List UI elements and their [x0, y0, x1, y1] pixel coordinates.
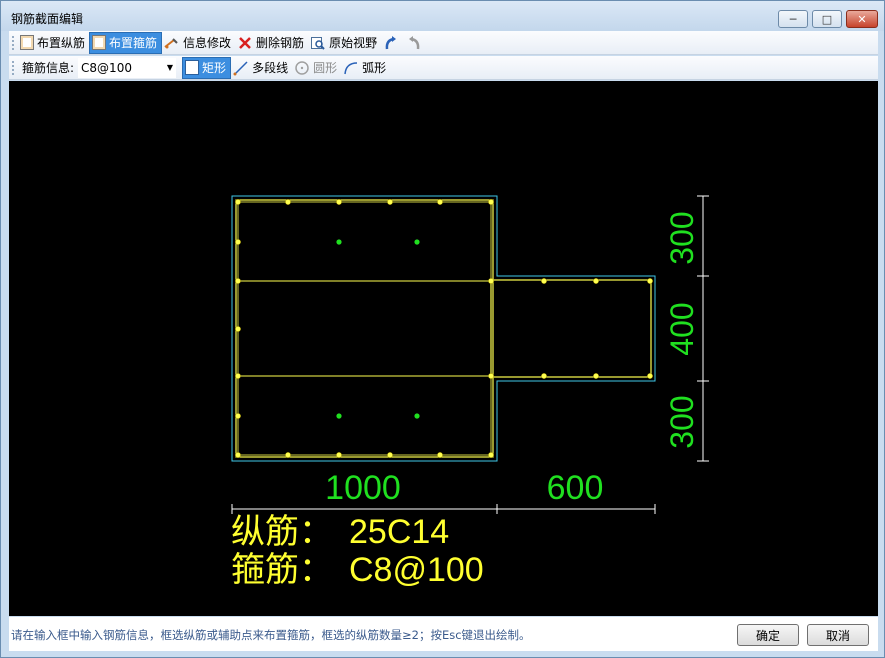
shape-circle-button[interactable]: 圆形: [292, 57, 341, 79]
bar[interactable]: [387, 452, 393, 458]
rect-icon: [92, 35, 107, 50]
bar[interactable]: [593, 373, 599, 379]
title-bar[interactable]: 钢筋截面编辑 ─ □ ✕: [1, 1, 884, 31]
button-label: 矩形: [202, 61, 227, 75]
section-drawing[interactable]: 300 400 300 1000 600 纵筋： 25C14 箍筋： C8@10…: [9, 81, 878, 616]
polyline-icon: [233, 60, 249, 76]
arc-icon: [343, 60, 359, 76]
minimize-button[interactable]: ─: [778, 10, 808, 28]
bar[interactable]: [235, 199, 241, 205]
redo-icon: [406, 35, 422, 51]
longitudinal-bars: [235, 199, 653, 458]
maximize-button[interactable]: □: [812, 10, 842, 28]
stirrup-toolbar: 箍筋信息: C8@100 ▼ 矩形 多段线 圆形 弧形: [9, 56, 878, 80]
undo-icon: [383, 35, 399, 51]
dim-width-side: 600: [547, 469, 604, 507]
bar[interactable]: [647, 373, 653, 379]
bar[interactable]: [285, 199, 291, 205]
bar[interactable]: [336, 199, 342, 205]
dialog-window: 钢筋截面编辑 ─ □ ✕ 布置纵筋 布置箍筋 信息修改 删除钢筋 原始视野 箍筋…: [0, 0, 885, 658]
redo-button[interactable]: [404, 32, 427, 54]
shape-arc-button[interactable]: 弧形: [341, 57, 390, 79]
place-stirrup-button[interactable]: 布置箍筋: [89, 31, 163, 54]
original-view-button[interactable]: 原始视野: [308, 32, 381, 54]
bar[interactable]: [488, 373, 494, 379]
bar[interactable]: [593, 278, 599, 284]
dim-height-top: 300: [664, 211, 700, 264]
close-button[interactable]: ✕: [846, 10, 878, 28]
stirrup-info-value: C8@100: [81, 60, 132, 75]
button-label: 圆形: [313, 61, 338, 75]
stirrup-value: C8@100: [349, 551, 484, 589]
button-label: 原始视野: [329, 36, 378, 50]
side-stirrup[interactable]: [490, 279, 652, 378]
stirrup-info-label: 箍筋信息:: [22, 61, 75, 75]
bar[interactable]: [235, 373, 241, 379]
aux-point[interactable]: [336, 413, 342, 419]
bar[interactable]: [541, 278, 547, 284]
shape-polyline-button[interactable]: 多段线: [231, 57, 292, 79]
minimize-icon: ─: [789, 12, 797, 26]
aux-point[interactable]: [336, 239, 342, 245]
edit-info-button[interactable]: 信息修改: [162, 32, 235, 54]
main-stirrup-inner: [237, 201, 492, 456]
window-title: 钢筋截面编辑: [11, 12, 84, 26]
status-bar: 请在输入框中输入钢筋信息，框选纵筋或辅助点来布置箍筋，框选的纵筋数量≥2；按Es…: [9, 617, 878, 651]
place-longitudinal-bar-button[interactable]: 布置纵筋: [18, 32, 89, 54]
maximize-icon: □: [821, 12, 833, 26]
button-label: 信息修改: [183, 36, 232, 50]
close-icon: ✕: [857, 12, 867, 26]
aux-point[interactable]: [414, 239, 420, 245]
bar[interactable]: [336, 452, 342, 458]
bar[interactable]: [647, 278, 653, 284]
bar[interactable]: [488, 199, 494, 205]
button-label: 布置纵筋: [37, 36, 86, 50]
undo-button[interactable]: [381, 32, 404, 54]
dim-height-bottom: 300: [664, 395, 700, 448]
toolbar-grip[interactable]: [11, 59, 15, 76]
bar[interactable]: [541, 373, 547, 379]
edit-icon: [164, 35, 180, 51]
button-label: 布置箍筋: [109, 36, 158, 50]
main-toolbar: 布置纵筋 布置箍筋 信息修改 删除钢筋 原始视野: [9, 31, 878, 55]
bar[interactable]: [437, 199, 443, 205]
auxiliary-points: [336, 239, 420, 419]
longitudinal-bar-label: 纵筋：: [231, 512, 333, 552]
button-label: 弧形: [362, 61, 387, 75]
bar[interactable]: [235, 452, 241, 458]
aux-point[interactable]: [414, 413, 420, 419]
bar[interactable]: [488, 452, 494, 458]
shape-rect-button[interactable]: 矩形: [182, 56, 232, 79]
button-label: 删除钢筋: [256, 36, 305, 50]
cancel-button[interactable]: 取消: [807, 624, 869, 646]
stirrup-info-combobox[interactable]: C8@100 ▼: [78, 57, 177, 78]
rect-icon: [20, 35, 34, 50]
bar[interactable]: [437, 452, 443, 458]
rect-shape-icon: [185, 60, 200, 75]
stirrup-label: 箍筋：: [231, 550, 333, 590]
ok-button[interactable]: 确定: [737, 624, 799, 646]
bar[interactable]: [285, 452, 291, 458]
view-icon: [310, 35, 326, 51]
button-label: 多段线: [252, 61, 289, 75]
longitudinal-bar-value: 25C14: [349, 513, 449, 551]
section-outline: [231, 195, 656, 462]
dropdown-arrow-icon[interactable]: ▼: [167, 63, 173, 72]
bar[interactable]: [235, 239, 241, 245]
circle-icon: [294, 60, 310, 76]
drawing-canvas[interactable]: 300 400 300 1000 600 纵筋： 25C14 箍筋： C8@10…: [9, 81, 878, 616]
bar[interactable]: [387, 199, 393, 205]
delete-bar-button[interactable]: 删除钢筋: [235, 32, 308, 54]
bar[interactable]: [235, 413, 241, 419]
main-stirrup[interactable]: [235, 199, 494, 458]
bar[interactable]: [488, 278, 494, 284]
delete-icon: [237, 35, 253, 51]
dim-width-main: 1000: [325, 469, 401, 507]
toolbar-grip[interactable]: [11, 34, 15, 51]
bar[interactable]: [235, 278, 241, 284]
status-message: 请在输入框中输入钢筋信息，框选纵筋或辅助点来布置箍筋，框选的纵筋数量≥2；按Es…: [11, 628, 531, 642]
bar[interactable]: [235, 326, 241, 332]
dim-height-middle: 400: [664, 302, 700, 355]
